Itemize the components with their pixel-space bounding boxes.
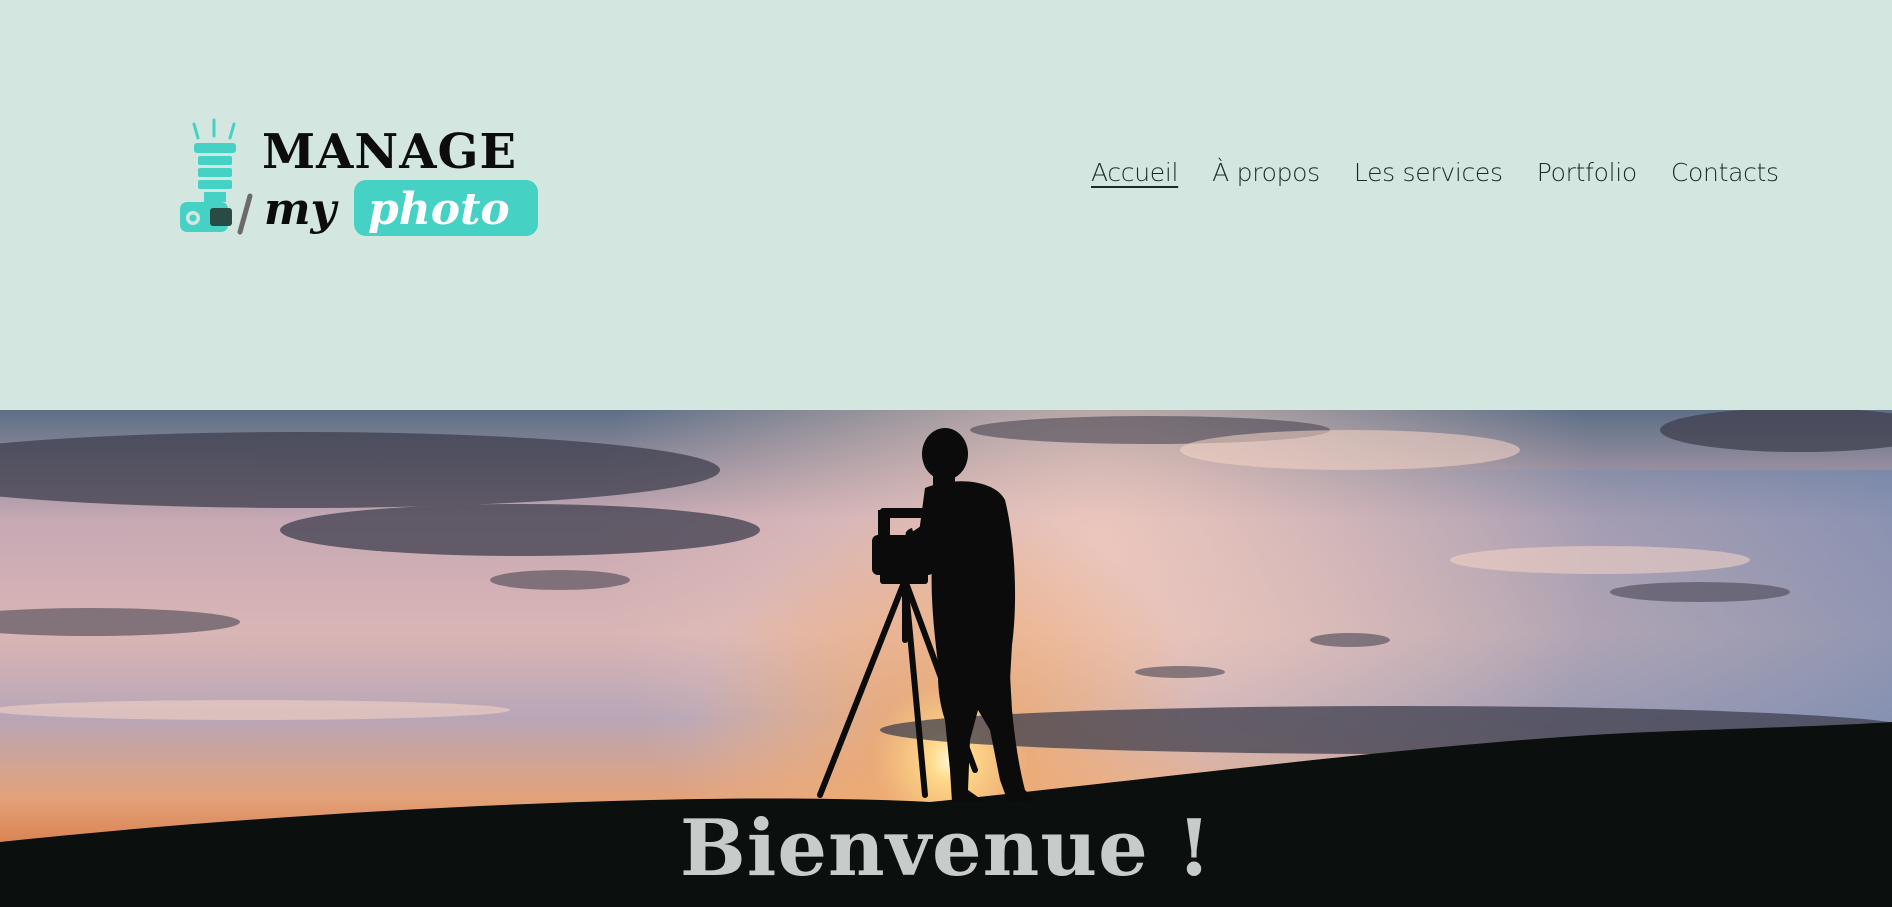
brand-line2-photo: photo [368, 184, 510, 235]
hero-banner: Bienvenue ! [0, 410, 1892, 907]
hero-title: Bienvenue ! [679, 803, 1213, 894]
brand-logo[interactable]: MANAGE my photo [178, 118, 542, 238]
nav-item-accueil[interactable]: Accueil [1091, 158, 1178, 187]
main-nav: Accueil À propos Les services Portfolio … [1091, 158, 1892, 187]
nav-item-les-services[interactable]: Les services [1354, 158, 1503, 187]
nav-item-a-propos[interactable]: À propos [1212, 158, 1320, 187]
site-header: MANAGE my photo Accueil À propos Les ser… [0, 0, 1892, 410]
camera-flash-logo-icon: MANAGE my photo [180, 118, 538, 236]
nav-item-contacts[interactable]: Contacts [1671, 158, 1779, 187]
brand-line2-my: my [264, 184, 340, 235]
brand-line1: MANAGE [262, 124, 517, 180]
nav-item-portfolio[interactable]: Portfolio [1537, 158, 1637, 187]
